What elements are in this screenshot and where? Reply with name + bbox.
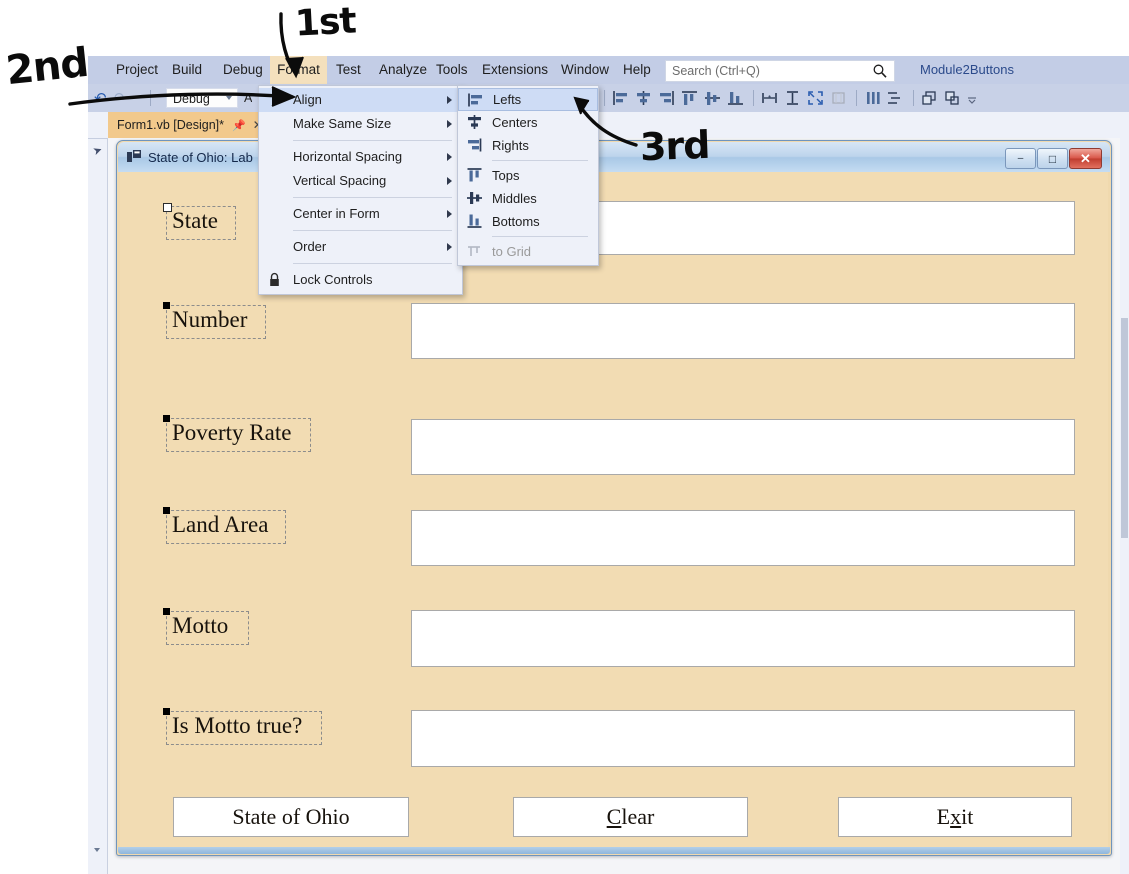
- label-text: Number: [172, 307, 248, 332]
- annotation-3rd: 3rd: [639, 122, 711, 170]
- menu-item-lock-controls[interactable]: Lock Controls: [259, 268, 462, 292]
- state-of-ohio-button[interactable]: State of Ohio: [173, 797, 409, 837]
- selection-handle[interactable]: [163, 203, 172, 212]
- format-dropdown-menu[interactable]: Align Make Same Size Horizontal Spacing …: [258, 85, 463, 295]
- submenu-item-to-grid[interactable]: to Grid: [458, 240, 598, 263]
- label-text: Motto: [172, 613, 229, 638]
- land-area-textbox[interactable]: [411, 510, 1075, 566]
- menu-item-vertical-spacing[interactable]: Vertical Spacing: [259, 169, 462, 193]
- submenu-item-label: Centers: [492, 115, 538, 130]
- chevron-right-icon: [447, 96, 452, 104]
- chevron-right-icon: [447, 210, 452, 218]
- annotation-2nd: 2nd: [3, 39, 91, 95]
- submenu-item-label: Rights: [492, 138, 529, 153]
- align-submenu[interactable]: Lefts Centers Rights Tops Middles Bottom…: [457, 85, 599, 266]
- menu-item-label: Align: [293, 92, 322, 107]
- button-label: Exit: [936, 804, 974, 829]
- submenu-item-bottoms[interactable]: Bottoms: [458, 210, 598, 233]
- exit-button[interactable]: Exit: [838, 797, 1072, 837]
- selection-handle[interactable]: [163, 708, 170, 715]
- is-motto-true-textbox[interactable]: [411, 710, 1075, 767]
- selection-handle[interactable]: [163, 507, 170, 514]
- menu-item-label: Lock Controls: [293, 272, 373, 287]
- submenu-item-rights[interactable]: Rights: [458, 134, 598, 157]
- align-tops-icon: [467, 168, 482, 182]
- align-middles-icon: [467, 192, 482, 204]
- menu-item-center-in-form[interactable]: Center in Form: [259, 202, 462, 226]
- align-rights-icon: [468, 138, 482, 152]
- menu-item-make-same-size[interactable]: Make Same Size: [259, 112, 462, 136]
- submenu-item-centers[interactable]: Centers: [458, 111, 598, 134]
- poverty-rate-textbox[interactable]: [411, 419, 1075, 475]
- align-centers-icon: [468, 115, 481, 129]
- submenu-item-lefts[interactable]: Lefts: [458, 88, 598, 111]
- label-text: Poverty Rate: [172, 420, 292, 445]
- motto-textbox[interactable]: [411, 610, 1075, 667]
- chevron-right-icon: [447, 153, 452, 161]
- menu-separator-2: [293, 197, 452, 198]
- selection-handle[interactable]: [163, 608, 170, 615]
- menu-separator-4: [293, 263, 452, 264]
- submenu-separator-2: [492, 236, 588, 237]
- menu-item-label: Horizontal Spacing: [293, 149, 403, 164]
- clear-button[interactable]: Clear: [513, 797, 748, 837]
- menu-item-order[interactable]: Order: [259, 235, 462, 259]
- label-text: Is Motto true?: [172, 713, 303, 738]
- label-text: State: [172, 208, 218, 233]
- menu-item-label: Make Same Size: [293, 116, 392, 131]
- chevron-right-icon: [447, 177, 452, 185]
- menu-separator: [293, 140, 452, 141]
- form-label-state[interactable]: State: [163, 203, 236, 240]
- menu-item-label: Order: [293, 239, 327, 254]
- align-bottoms-icon: [467, 214, 482, 228]
- form-label-number[interactable]: Number: [163, 302, 266, 339]
- menu-item-label: Center in Form: [293, 206, 380, 221]
- form-label-land-area[interactable]: Land Area: [163, 507, 286, 544]
- menu-item-horizontal-spacing[interactable]: Horizontal Spacing: [259, 145, 462, 169]
- chevron-right-icon: [447, 243, 452, 251]
- label-text: Land Area: [172, 512, 269, 537]
- annotation-1st: 1st: [293, 0, 357, 45]
- form-label-is-motto-true[interactable]: Is Motto true?: [163, 708, 322, 745]
- form-label-motto[interactable]: Motto: [163, 608, 249, 645]
- menu-separator-3: [293, 230, 452, 231]
- number-textbox[interactable]: [411, 303, 1075, 359]
- button-label: State of Ohio: [232, 804, 350, 829]
- submenu-item-label: Middles: [492, 191, 537, 206]
- submenu-item-tops[interactable]: Tops: [458, 164, 598, 187]
- submenu-separator: [492, 160, 588, 161]
- button-label: Clear: [606, 804, 655, 829]
- submenu-item-label: Tops: [492, 168, 520, 183]
- lock-icon: [270, 272, 279, 286]
- submenu-item-middles[interactable]: Middles: [458, 187, 598, 210]
- align-lefts-icon: [468, 93, 482, 107]
- form-label-poverty-rate[interactable]: Poverty Rate: [163, 415, 311, 452]
- menu-item-label: Vertical Spacing: [293, 173, 387, 188]
- chevron-right-icon: [447, 120, 452, 128]
- submenu-item-label: Lefts: [493, 92, 522, 107]
- submenu-item-label: to Grid: [492, 244, 532, 259]
- align-to-grid-icon: [468, 246, 480, 256]
- menu-item-align[interactable]: Align: [259, 88, 462, 112]
- submenu-item-label: Bottoms: [492, 214, 540, 229]
- selection-handle[interactable]: [163, 302, 170, 309]
- selection-handle[interactable]: [163, 415, 170, 422]
